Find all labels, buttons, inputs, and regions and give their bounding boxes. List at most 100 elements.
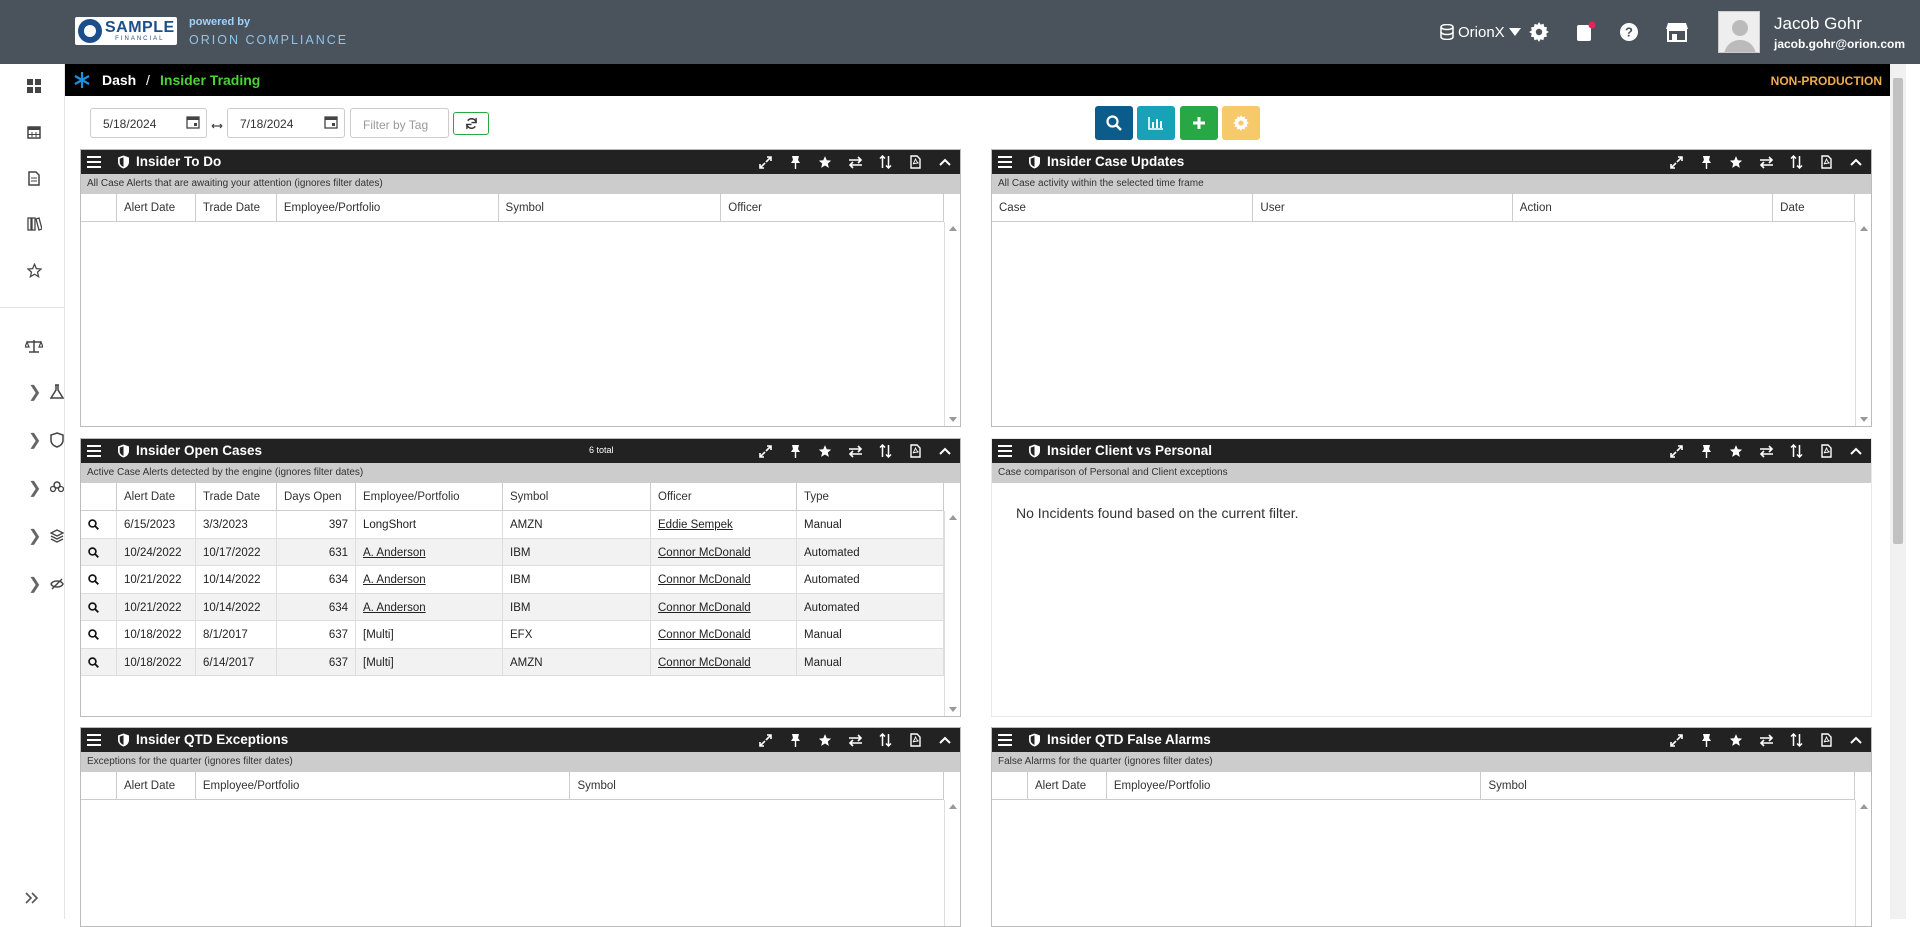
employee-link[interactable]: A. Anderson	[363, 574, 426, 586]
column-header[interactable]: Employee/Portfolio	[196, 772, 571, 800]
expand-chevron-icon[interactable]: ❯	[28, 574, 41, 594]
view-case-button[interactable]	[81, 511, 117, 538]
officer-link[interactable]: Connor McDonald	[658, 602, 751, 614]
user-avatar[interactable]	[1718, 11, 1760, 53]
view-case-button[interactable]	[81, 648, 117, 675]
menu-icon[interactable]	[87, 444, 101, 462]
calendar-icon[interactable]	[24, 122, 44, 142]
column-header[interactable]: Trade Date	[196, 483, 277, 511]
employee-cell[interactable]: A. Anderson	[356, 566, 503, 593]
expand-icon[interactable]	[1661, 150, 1691, 174]
collapse-chevron-icon[interactable]	[1841, 150, 1871, 174]
view-case-button[interactable]	[81, 538, 117, 565]
favorites-star-icon[interactable]	[24, 260, 44, 280]
sort-icon[interactable]	[1781, 439, 1811, 463]
star-icon[interactable]	[810, 728, 840, 752]
column-header[interactable]: Type	[797, 483, 944, 511]
pdf-icon[interactable]	[900, 728, 930, 752]
swap-icon[interactable]	[840, 150, 870, 174]
column-header[interactable]: Days Open	[277, 483, 356, 511]
document-icon[interactable]	[24, 168, 44, 188]
officer-link[interactable]: Eddie Sempek	[658, 519, 733, 531]
sort-icon[interactable]	[1781, 150, 1811, 174]
view-case-button[interactable]	[81, 566, 117, 593]
officer-link[interactable]: Connor McDonald	[658, 547, 751, 559]
expand-icon[interactable]	[1661, 728, 1691, 752]
column-header[interactable]: Alert Date	[117, 483, 196, 511]
end-date-field[interactable]: 7/18/2024	[227, 108, 345, 138]
view-case-button[interactable]	[81, 621, 117, 648]
grid-scrollbar[interactable]	[944, 511, 960, 716]
grid-scrollbar[interactable]	[944, 800, 960, 926]
people-icon[interactable]	[50, 480, 64, 496]
menu-icon[interactable]	[998, 733, 1012, 751]
officer-cell[interactable]: Connor McDonald	[651, 538, 797, 565]
expand-icon[interactable]	[750, 150, 780, 174]
pdf-icon[interactable]	[900, 439, 930, 463]
expand-icon[interactable]	[750, 728, 780, 752]
star-icon[interactable]	[810, 439, 840, 463]
pin-icon[interactable]	[1691, 439, 1721, 463]
view-case-button[interactable]	[81, 593, 117, 620]
column-header[interactable]: User	[1253, 194, 1513, 222]
pdf-icon[interactable]	[1811, 728, 1841, 752]
pdf-icon[interactable]	[900, 150, 930, 174]
officer-link[interactable]: Connor McDonald	[658, 574, 751, 586]
dashboard-grid-icon[interactable]	[24, 76, 44, 96]
company-logo[interactable]: SAMPLE FINANCIAL	[75, 17, 177, 45]
pdf-icon[interactable]	[1811, 439, 1841, 463]
sort-icon[interactable]	[1781, 728, 1811, 752]
employee-link[interactable]: A. Anderson	[363, 602, 426, 614]
star-icon[interactable]	[1721, 728, 1751, 752]
expand-sidebar-icon[interactable]	[22, 888, 42, 908]
add-button[interactable]	[1180, 106, 1218, 140]
menu-icon[interactable]	[87, 155, 101, 173]
collapse-chevron-icon[interactable]	[1841, 728, 1871, 752]
swap-icon[interactable]	[840, 439, 870, 463]
sort-icon[interactable]	[870, 728, 900, 752]
search-button[interactable]	[1095, 106, 1133, 140]
collapse-chevron-icon[interactable]	[930, 728, 960, 752]
database-selector[interactable]: OrionX	[1440, 20, 1521, 44]
pin-icon[interactable]	[780, 728, 810, 752]
pin-icon[interactable]	[780, 150, 810, 174]
column-header[interactable]: Alert Date	[1028, 772, 1107, 800]
swap-icon[interactable]	[840, 728, 870, 752]
calendar-icon[interactable]	[186, 115, 200, 132]
tag-filter-input[interactable]: Filter by Tag	[350, 108, 449, 138]
star-icon[interactable]	[810, 150, 840, 174]
officer-cell[interactable]: Connor McDonald	[651, 621, 797, 648]
menu-icon[interactable]	[998, 155, 1012, 173]
breadcrumb-dash[interactable]: Dash	[102, 72, 136, 88]
column-header[interactable]: Employee/Portfolio	[1107, 772, 1482, 800]
menu-icon[interactable]	[998, 444, 1012, 462]
sort-icon[interactable]	[870, 150, 900, 174]
officer-cell[interactable]: Eddie Sempek	[651, 511, 797, 538]
officer-link[interactable]: Connor McDonald	[658, 657, 751, 669]
column-header[interactable]: Trade Date	[196, 194, 277, 222]
notifications-icon[interactable]	[1574, 20, 1598, 44]
refresh-button[interactable]	[453, 112, 489, 135]
user-name[interactable]: Jacob Gohr	[1774, 14, 1862, 34]
swap-icon[interactable]	[1751, 150, 1781, 174]
pin-icon[interactable]	[1691, 728, 1721, 752]
table-row[interactable]: 6/15/2023 3/3/2023 397 LongShort AMZN Eddie S…	[81, 511, 944, 539]
column-header[interactable]: Symbol	[499, 194, 722, 222]
expand-chevron-icon[interactable]: ❯	[28, 526, 41, 546]
column-header[interactable]: Employee/Portfolio	[277, 194, 499, 222]
collapse-chevron-icon[interactable]	[930, 439, 960, 463]
shield-icon[interactable]	[50, 432, 64, 448]
column-header[interactable]: Symbol	[1481, 772, 1855, 800]
sort-icon[interactable]	[870, 439, 900, 463]
column-header[interactable]: Symbol	[570, 772, 944, 800]
column-header[interactable]: Action	[1513, 194, 1774, 222]
expand-chevron-icon[interactable]: ❯	[28, 430, 41, 450]
column-header[interactable]: Alert Date	[117, 772, 196, 800]
expand-chevron-icon[interactable]: ❯	[28, 382, 41, 402]
swap-icon[interactable]	[1751, 728, 1781, 752]
column-header[interactable]: Officer	[651, 483, 797, 511]
settings-gear-icon[interactable]	[1528, 21, 1550, 43]
column-header[interactable]: Employee/Portfolio	[356, 483, 503, 511]
page-scrollbar[interactable]	[1890, 64, 1906, 919]
hidden-eye-icon[interactable]	[50, 576, 64, 592]
